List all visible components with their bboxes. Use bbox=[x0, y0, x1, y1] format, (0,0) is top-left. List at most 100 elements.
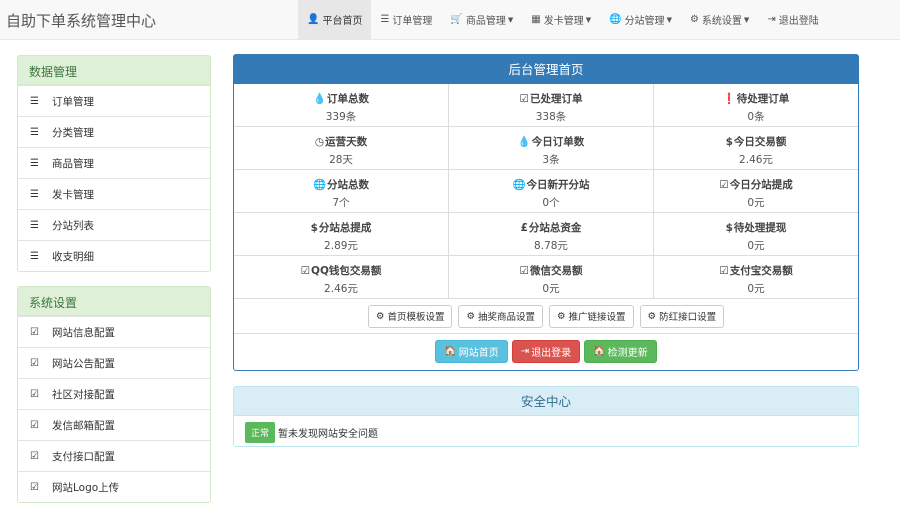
stat-value: 0条 bbox=[747, 111, 765, 123]
check-square-icon: ☑ bbox=[30, 419, 39, 431]
sidebar-item-categories[interactable]: ☰ 分类管理 bbox=[18, 116, 210, 147]
sidebar-item-logo[interactable]: ☑ 网站Logo上传 bbox=[18, 471, 210, 502]
nav-label: 订单管理 bbox=[392, 16, 433, 27]
check-square-icon: ☑ bbox=[30, 481, 39, 493]
top-navbar: 自助下单系统管理中心 👤 平台首页 ☰ 订单管理 🛒 商品管理 ▼ ▦ 发卡管理… bbox=[0, 0, 900, 40]
stat-label: 待处理提现 bbox=[733, 222, 787, 234]
tint-icon: 💧 bbox=[517, 136, 531, 148]
sidebar-item-label: 支付接口配置 bbox=[52, 450, 115, 463]
stat-label: 今日订单数 bbox=[531, 136, 585, 148]
sidebar-item-label: 分站列表 bbox=[52, 219, 94, 232]
exclamation-icon: ❗ bbox=[722, 93, 736, 105]
globe-icon: 🌐 bbox=[609, 14, 622, 25]
sidebar-item-label: 发卡管理 bbox=[52, 188, 94, 201]
site-home-button[interactable]: 🏠 网站首页 bbox=[435, 339, 508, 363]
list-icon: ☰ bbox=[30, 126, 39, 138]
status-badge: 正常 bbox=[245, 422, 276, 443]
nav-logout[interactable]: ⇥ 退出登陆 bbox=[758, 0, 827, 39]
nav-system-settings[interactable]: ⚙ 系统设置 ▼ bbox=[681, 0, 758, 39]
nav-products[interactable]: 🛒 商品管理 ▼ bbox=[441, 0, 522, 39]
list-icon: ☰ bbox=[30, 95, 39, 107]
stat-today-revenue: $今日交易额 2.46元 bbox=[654, 127, 858, 170]
security-title: 安全中心 bbox=[234, 387, 858, 416]
stat-value: 8.78元 bbox=[534, 240, 568, 252]
sidebar-item-payment[interactable]: ☑ 支付接口配置 bbox=[18, 440, 210, 471]
check-square-icon: ☑ bbox=[30, 326, 39, 338]
nav-label: 分站管理 bbox=[624, 16, 665, 27]
homepage-template-button[interactable]: ⚙ 首页模板设置 bbox=[367, 304, 453, 328]
stat-alipay: ☑支付宝交易额 0元 bbox=[654, 256, 858, 299]
list-icon: ☰ bbox=[30, 157, 39, 169]
check-square-icon: ☑ bbox=[519, 93, 529, 105]
logout-button[interactable]: ⇥ 退出登录 bbox=[511, 339, 581, 363]
sidebar-item-label: 分类管理 bbox=[52, 126, 94, 139]
sidebar-item-products[interactable]: ☰ 商品管理 bbox=[18, 147, 210, 178]
nav-label: 系统设置 bbox=[701, 16, 742, 27]
tint-icon: 💧 bbox=[312, 93, 327, 105]
button-label: 网站首页 bbox=[458, 347, 499, 359]
sidebar-item-label: 网站Logo上传 bbox=[52, 481, 120, 494]
dollar-icon: $ bbox=[310, 222, 318, 234]
stat-label: 支付宝交易额 bbox=[729, 265, 793, 277]
button-label: 首页模板设置 bbox=[387, 312, 445, 323]
stat-label: 运营天数 bbox=[325, 136, 368, 148]
stat-wechat: ☑微信交易额 0元 bbox=[449, 256, 654, 299]
sidebar-item-orders[interactable]: ☰ 订单管理 bbox=[18, 85, 210, 116]
globe-icon: 🌐 bbox=[512, 179, 526, 191]
lottery-products-button[interactable]: ⚙ 抽奖商品设置 bbox=[458, 304, 543, 328]
check-square-icon: ☑ bbox=[719, 179, 729, 191]
sidebar-item-mail[interactable]: ☑ 发信邮箱配置 bbox=[18, 409, 210, 440]
check-square-icon: ☑ bbox=[30, 357, 39, 369]
list-icon: ☰ bbox=[30, 250, 39, 262]
stat-value: 338条 bbox=[535, 111, 567, 123]
dashboard-title: 后台管理首页 bbox=[234, 55, 858, 84]
stat-pending-orders: ❗待处理订单 0条 bbox=[654, 84, 858, 127]
security-panel: 安全中心 正常 暂未发现网站安全问题 bbox=[233, 386, 859, 447]
nav-label: 平台首页 bbox=[322, 16, 363, 27]
stat-label: 订单总数 bbox=[327, 93, 370, 105]
check-square-icon: ☑ bbox=[30, 450, 39, 462]
sidebar-item-cards[interactable]: ☰ 发卡管理 bbox=[18, 178, 210, 209]
check-update-button[interactable]: 🏠 检测更新 bbox=[584, 339, 657, 363]
stat-processed-orders: ☑已处理订单 338条 bbox=[449, 84, 654, 127]
cart-icon: 🛒 bbox=[450, 14, 463, 25]
dollar-icon: $ bbox=[725, 136, 733, 148]
nav-substations[interactable]: 🌐 分站管理 ▼ bbox=[600, 0, 681, 39]
anti-block-api-button[interactable]: ⚙ 防红接口设置 bbox=[639, 304, 725, 328]
check-square-icon: ☑ bbox=[30, 388, 39, 400]
promo-link-button[interactable]: ⚙ 推广链接设置 bbox=[549, 304, 634, 328]
grid-icon: ▦ bbox=[531, 14, 541, 25]
nav-cards[interactable]: ▦ 发卡管理 ▼ bbox=[522, 0, 600, 39]
sidebar-item-community[interactable]: ☑ 社区对接配置 bbox=[18, 378, 210, 409]
stat-substation-funds: £分站总资金 8.78元 bbox=[449, 213, 654, 256]
sidebar-item-ledger[interactable]: ☰ 收支明细 bbox=[18, 240, 210, 271]
stat-label: 今日交易额 bbox=[733, 136, 787, 148]
stat-new-substations: 🌐今日新开分站 0个 bbox=[449, 170, 654, 213]
app-title[interactable]: 自助下单系统管理中心 bbox=[6, 10, 156, 31]
gbp-icon: £ bbox=[520, 222, 528, 234]
logout-icon: ⇥ bbox=[767, 14, 776, 25]
settings-buttons-row: ⚙ 首页模板设置 ⚙ 抽奖商品设置 ⚙ 推广链接设置 ⚙ 防红接口设置 bbox=[234, 299, 858, 334]
stat-total-substations: 🌐分站总数 7个 bbox=[234, 170, 449, 213]
sidebar-item-announcement[interactable]: ☑ 网站公告配置 bbox=[18, 347, 210, 378]
button-label: 防红接口设置 bbox=[659, 312, 717, 323]
home-icon: 🏠 bbox=[444, 345, 457, 357]
security-message: 暂未发现网站安全问题 bbox=[278, 429, 379, 440]
nav-home[interactable]: 👤 平台首页 bbox=[298, 0, 372, 39]
list-icon: ☰ bbox=[380, 14, 390, 25]
gear-icon: ⚙ bbox=[647, 310, 657, 322]
nav-orders[interactable]: ☰ 订单管理 bbox=[371, 0, 441, 39]
sidebar-system-title: 系统设置 bbox=[18, 287, 210, 316]
stat-value: 2.46元 bbox=[324, 283, 358, 295]
button-label: 抽奖商品设置 bbox=[477, 312, 535, 323]
sidebar-item-site-info[interactable]: ☑ 网站信息配置 bbox=[18, 316, 210, 347]
nav-label: 退出登陆 bbox=[778, 16, 819, 27]
sidebar-data-title: 数据管理 bbox=[18, 56, 210, 85]
sidebar-item-label: 订单管理 bbox=[52, 95, 94, 108]
gear-icon: ⚙ bbox=[557, 310, 566, 322]
sidebar-item-substations[interactable]: ☰ 分站列表 bbox=[18, 209, 210, 240]
list-icon: ☰ bbox=[30, 219, 39, 231]
check-square-icon: ☑ bbox=[519, 265, 529, 277]
stat-total-orders: 💧订单总数 339条 bbox=[234, 84, 449, 127]
sidebar-item-label: 网站信息配置 bbox=[52, 326, 115, 339]
